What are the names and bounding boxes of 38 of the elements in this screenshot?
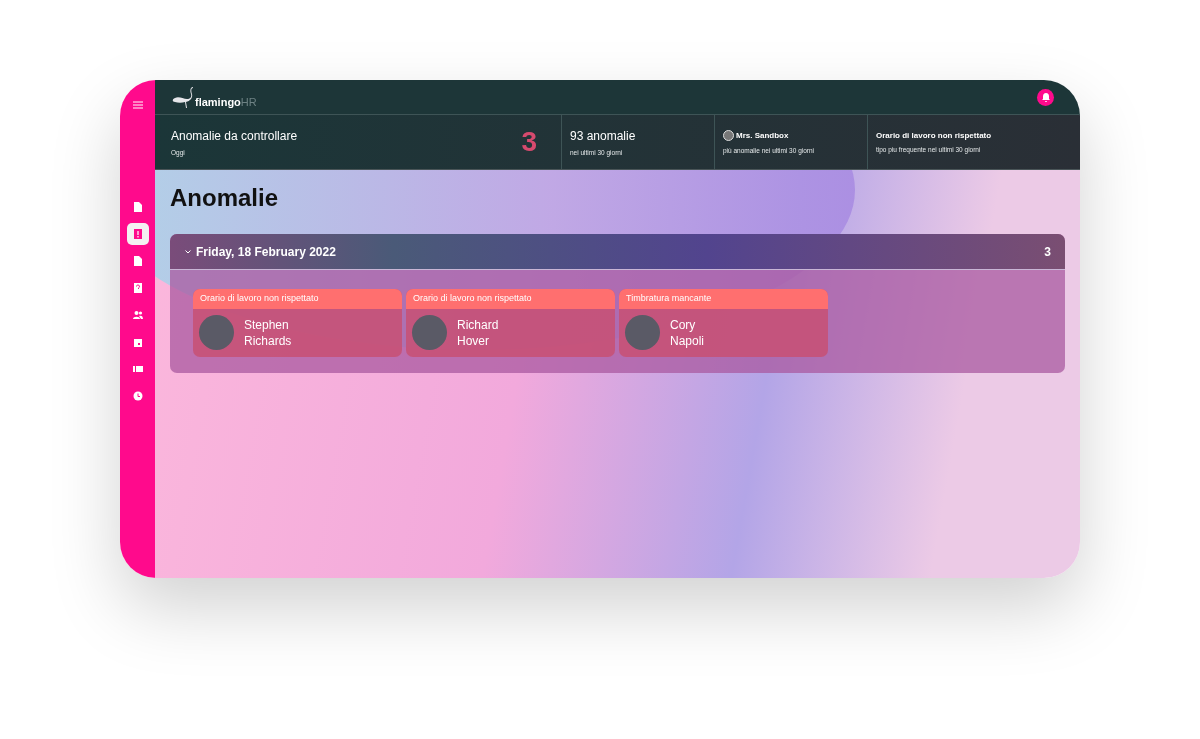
first-name: Richard <box>457 316 499 333</box>
stat-title: Orario di lavoro non rispettato <box>876 131 992 140</box>
last-name: Richards <box>244 332 292 349</box>
anomaly-card[interactable]: Timbratura mancante Cory Napoli <box>619 289 828 357</box>
anomaly-type: Orario di lavoro non rispettato <box>193 289 402 309</box>
logo-suffix: HR <box>240 96 257 108</box>
question-icon <box>132 283 143 293</box>
notifications-button[interactable] <box>1037 88 1054 106</box>
document-icon <box>132 202 143 212</box>
stat-title: Mrs. Sandbox <box>736 131 789 140</box>
avatar <box>412 315 447 350</box>
logo-text: flamingo <box>195 96 241 108</box>
bell-icon <box>1041 92 1050 102</box>
avatar <box>625 315 660 350</box>
stat-title: 93 anomalie <box>570 128 636 143</box>
calendar-icon <box>132 337 143 347</box>
anomaly-type: Timbratura mancante <box>619 289 828 309</box>
last-name: Napoli <box>670 332 705 349</box>
date-group-header[interactable]: Friday, 18 February 2022 3 <box>170 234 1065 270</box>
sidebar-item[interactable] <box>126 223 149 245</box>
anomaly-card[interactable]: Orario di lavoro non rispettato Stephen Richards <box>193 289 402 357</box>
first-name: Stephen <box>244 316 290 333</box>
people-icon <box>132 310 143 320</box>
anomaly-card[interactable]: Orario di lavoro non rispettato Richard Hover <box>406 289 615 357</box>
document-icon <box>132 256 143 266</box>
list-icon <box>132 364 143 374</box>
alert-icon <box>132 229 143 239</box>
menu-icon <box>132 101 143 109</box>
anomaly-type: Orario di lavoro non rispettato <box>406 289 615 309</box>
avatar <box>199 315 234 350</box>
first-name: Cory <box>670 316 697 333</box>
last-name: Hover <box>457 332 490 349</box>
avatar <box>723 130 734 141</box>
stat-title: Anomalie da controllare <box>171 128 298 143</box>
chevron-icon <box>185 249 191 254</box>
clock-icon <box>132 391 143 401</box>
stat-count: 3 <box>521 126 537 158</box>
page-title: Anomalie <box>170 184 280 212</box>
